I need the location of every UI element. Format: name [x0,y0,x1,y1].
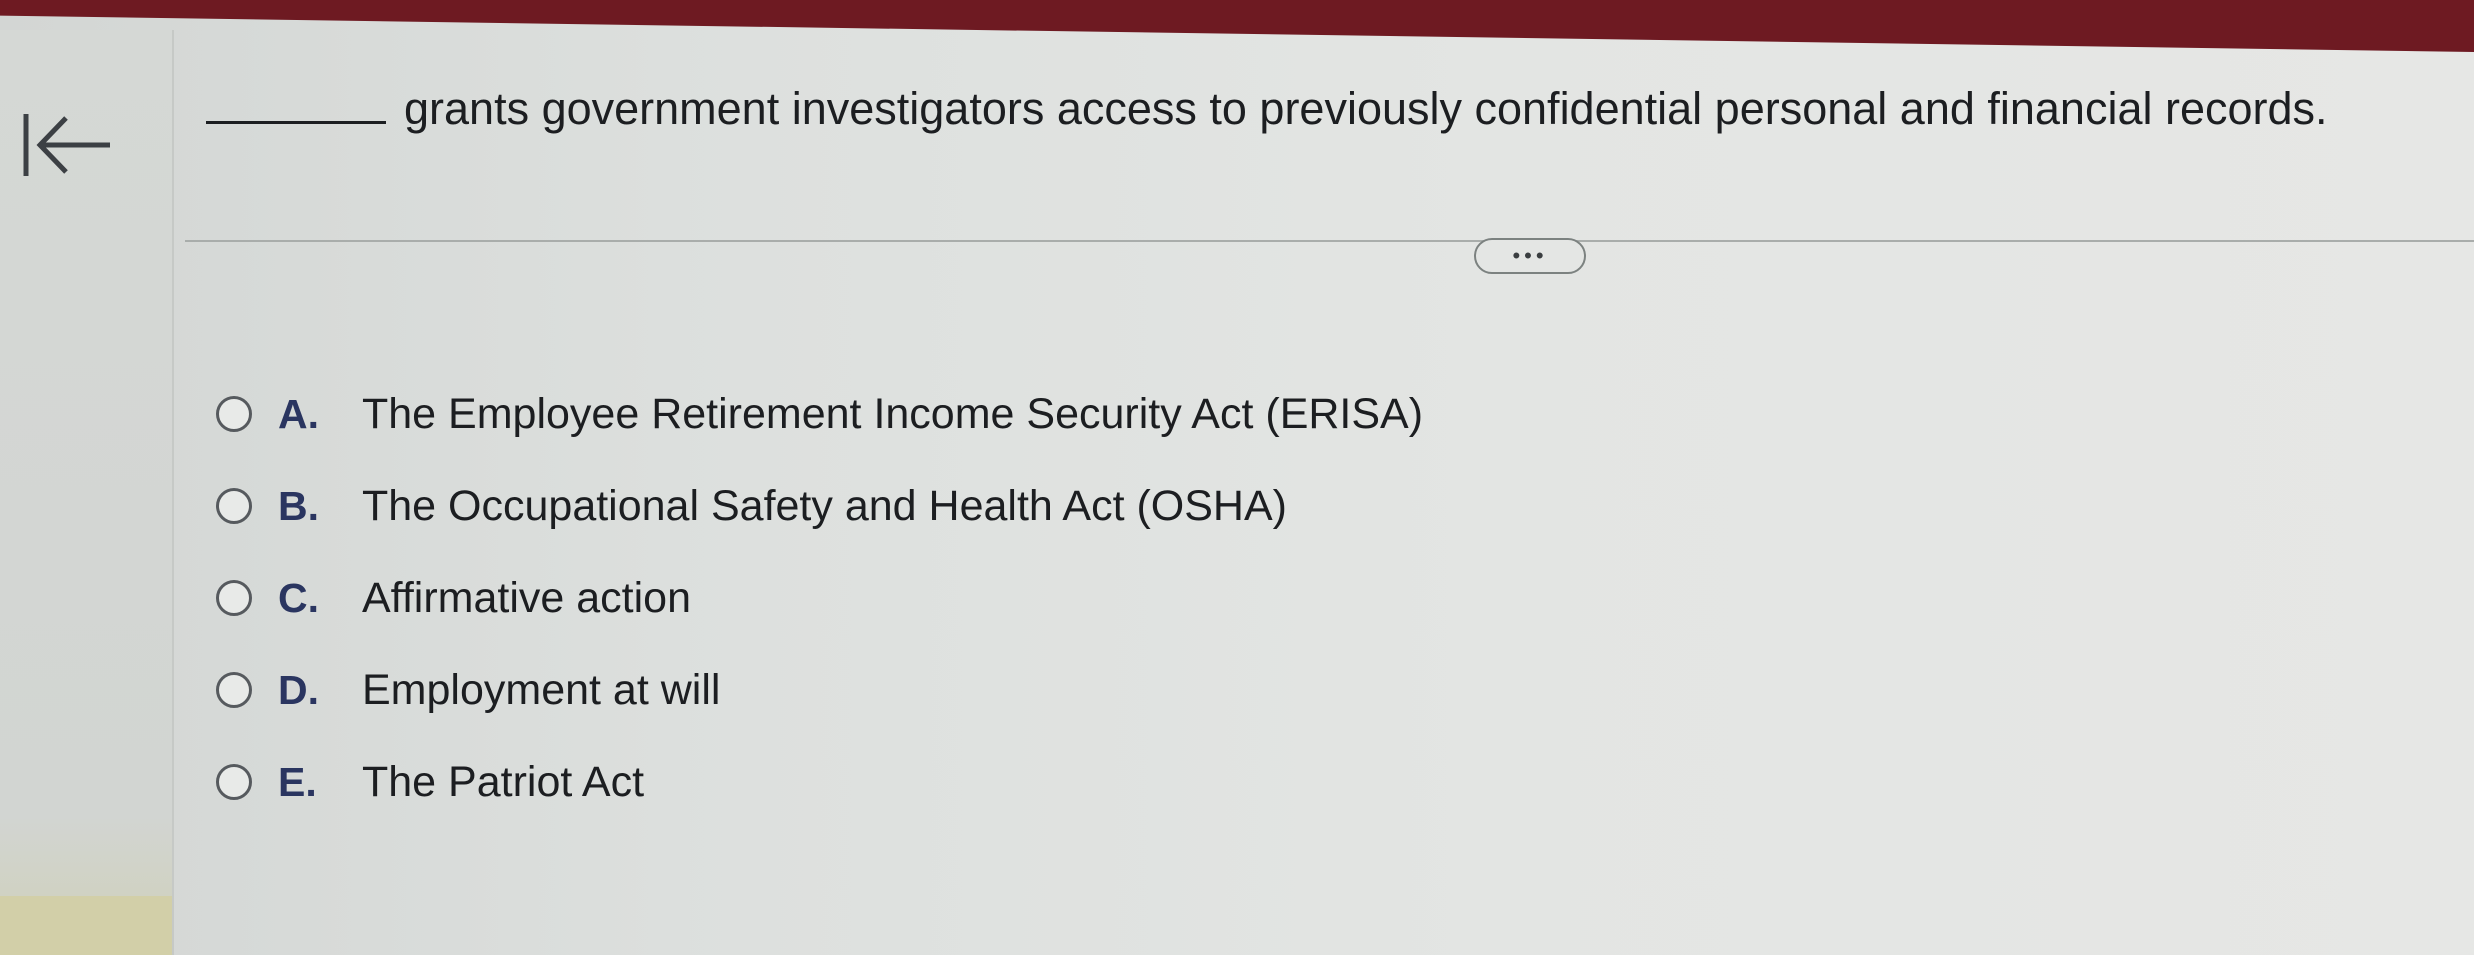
option-text: The Employee Retirement Income Security … [362,389,1424,438]
answer-options: A. The Employee Retirement Income Securi… [216,384,1716,844]
option-letter: C. [278,574,319,621]
option-b[interactable]: B. The Occupational Safety and Health Ac… [216,476,1716,536]
question-text: grants government investigators access t… [404,83,2328,134]
option-c[interactable]: C. Affirmative action [216,568,1716,628]
option-letter: E. [278,758,317,805]
left-panel-footer [0,896,172,955]
answer-blank [206,87,386,124]
option-text: Affirmative action [362,573,692,622]
radio-button-e[interactable] [216,764,252,800]
option-letter: D. [278,666,319,713]
option-d[interactable]: D. Employment at will [216,660,1716,720]
option-letter: B. [278,482,319,529]
option-e[interactable]: E. The Patriot Act [216,752,1716,812]
top-banner [0,0,2474,52]
divider [185,240,2474,242]
option-letter: A. [278,390,319,437]
back-to-first-button[interactable] [22,108,114,182]
first-page-arrow-icon [23,114,110,176]
question-text-row: grants government investigators access t… [206,82,2456,136]
option-text: The Occupational Safety and Health Act (… [362,481,1287,530]
radio-button-b[interactable] [216,488,252,524]
radio-button-c[interactable] [216,580,252,616]
more-options-button[interactable]: ••• [1474,238,1586,274]
option-text: Employment at will [362,665,721,714]
option-a[interactable]: A. The Employee Retirement Income Securi… [216,384,1716,444]
radio-button-a[interactable] [216,396,252,432]
radio-button-d[interactable] [216,672,252,708]
option-text: The Patriot Act [362,757,645,806]
